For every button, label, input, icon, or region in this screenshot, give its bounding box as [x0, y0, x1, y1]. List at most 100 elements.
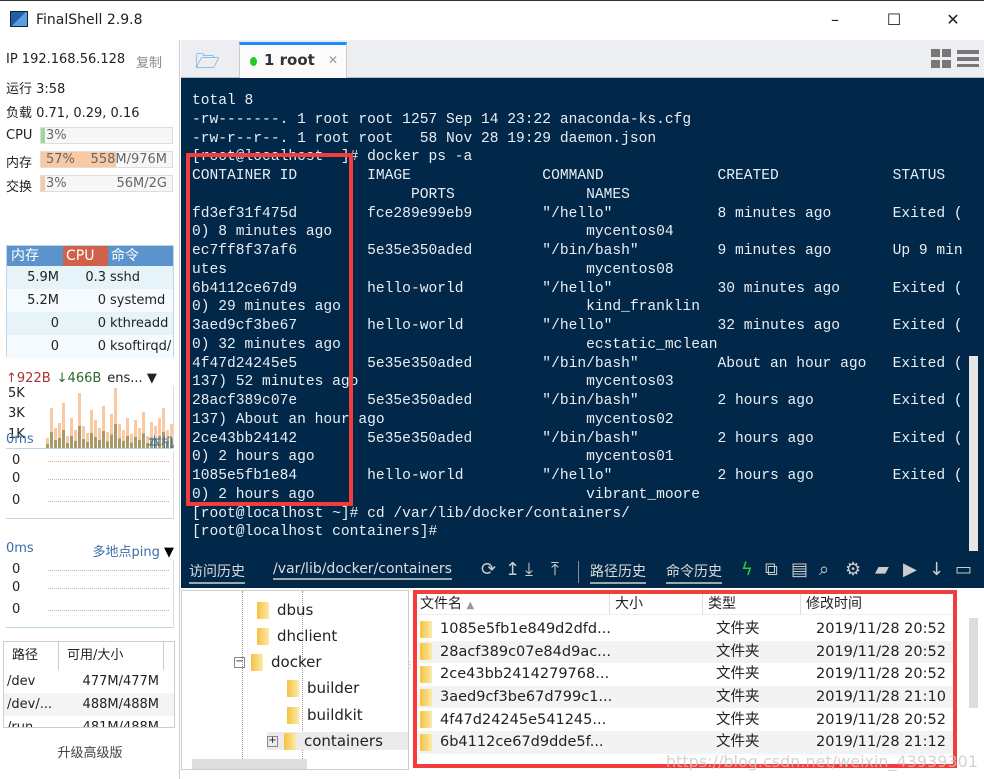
- terminal[interactable]: total 8 -rw-------. 1 root root 1257 Sep …: [181, 78, 984, 588]
- tab-root[interactable]: 1 root ✕: [239, 42, 347, 78]
- file-row[interactable]: 2ce43bb2414279768... 文件夹 2019/11/28 20:52: [418, 663, 956, 686]
- list-view-icon[interactable]: [957, 50, 979, 67]
- file-row[interactable]: 1085e5fb1e849d2dfd... 文件夹 2019/11/28 20:52: [418, 618, 956, 641]
- folder-open-icon[interactable]: 🗁: [195, 47, 220, 81]
- lightning-icon[interactable]: ϟ: [741, 559, 753, 580]
- connection-status-icon: [250, 57, 257, 66]
- file-row[interactable]: 28acf389c07e84d9ac... 文件夹 2019/11/28 20:52: [418, 640, 956, 664]
- column-mtime[interactable]: 修改时间: [801, 593, 955, 614]
- disk-row[interactable]: /dev/... 488M/488M: [4, 693, 174, 716]
- tab-label: 1 root: [264, 51, 315, 69]
- memory-label: 内存: [6, 156, 33, 171]
- window-icon[interactable]: ▭: [955, 559, 972, 580]
- proc-header-cmd[interactable]: 命令: [108, 246, 173, 266]
- terminal-line: total 8: [192, 93, 254, 109]
- ping-local: 0ms 本机 0 0 0: [6, 432, 174, 519]
- access-history-button[interactable]: 访问历史: [189, 561, 245, 584]
- column-type[interactable]: 类型: [703, 593, 801, 614]
- terminal-line: -rw-r--r--. 1 root root 58 Nov 28 19:29 …: [192, 130, 657, 147]
- disk-header-size[interactable]: 可用/大小: [59, 642, 164, 670]
- interface-select[interactable]: ens... ▼: [107, 371, 157, 386]
- ping-target-select[interactable]: 多地点ping ▼: [93, 541, 175, 560]
- upgrade-button[interactable]: 升级高级版: [0, 742, 180, 761]
- proc-header-cpu[interactable]: CPU: [63, 246, 108, 266]
- command-history-button[interactable]: 命令历史: [666, 561, 722, 584]
- folder-icon: [257, 627, 269, 645]
- terminal-line: 3aed9cf3be67 hello-world "/hello" 32 min…: [192, 318, 963, 334]
- memory-bar: 57% 558M/976M: [40, 151, 173, 168]
- folder-icon: [420, 733, 432, 751]
- terminal-line: ec7ff8f37af6 5e35e350aded "/bin/bash" 9 …: [192, 243, 963, 259]
- splitter-handle[interactable]: ⋮: [405, 660, 415, 671]
- tab-bar: 🗁 1 root ✕: [181, 40, 984, 78]
- download-icon[interactable]: ⤓: [525, 559, 533, 580]
- close-button[interactable]: ✕: [938, 9, 968, 31]
- load-average: 负载 0.71, 0.29, 0.16: [6, 106, 140, 121]
- cpu-label: CPU: [6, 128, 33, 143]
- column-size[interactable]: 大小: [610, 593, 703, 614]
- copy-icon[interactable]: ⧉: [765, 559, 778, 580]
- tree-node-dhclient[interactable]: dhclient: [257, 627, 337, 645]
- terminal-line: 28acf389c07e 5e35e350aded "/bin/bash" 2 …: [192, 393, 963, 409]
- disk-row[interactable]: /dev 477M/477M: [4, 670, 174, 693]
- tree-node-containers[interactable]: + containers: [267, 732, 408, 750]
- terminal-output: total 8 -rw-------. 1 root root 1257 Sep …: [192, 92, 963, 542]
- file-row[interactable]: 6b4112ce67d9dde5f... 文件夹 2019/11/28 21:12: [418, 731, 956, 754]
- file-row[interactable]: 3aed9cf3be67d799c1... 文件夹 2019/11/28 21:10: [418, 685, 956, 709]
- tree-node-docker[interactable]: − docker: [234, 653, 322, 671]
- process-row[interactable]: 5.9M 0.3 sshd: [7, 266, 173, 289]
- app-title: FinalShell 2.9.8: [36, 12, 143, 28]
- process-row[interactable]: 5.2M 0 systemd: [7, 289, 173, 312]
- y-tick: 3K: [8, 406, 25, 421]
- tree-node-dbus[interactable]: dbus: [257, 601, 313, 619]
- tab-close-icon[interactable]: ✕: [328, 53, 338, 67]
- arrow-down-icon[interactable]: ↓: [929, 559, 944, 580]
- play-icon[interactable]: ▶: [903, 559, 917, 580]
- upload-icon[interactable]: ⤒: [551, 559, 559, 580]
- directory-tree: dbus dhclient − docker builder buildkit + conta…: [181, 590, 409, 770]
- swap-bar: 3% 56M/2G: [40, 175, 173, 192]
- grid-view-icon[interactable]: [931, 49, 951, 68]
- tree-scrollbar[interactable]: [192, 759, 307, 769]
- terminal-line: 1085e5fb1e84 hello-world "/hello" 2 hour…: [192, 468, 963, 484]
- disk-header-path[interactable]: 路径: [4, 642, 59, 670]
- folder-icon: [251, 653, 263, 671]
- process-row[interactable]: 0 0 ksoftirqd/: [7, 335, 173, 358]
- terminal-line: 4f47d24245e5 5e35e350aded "/bin/bash" Ab…: [192, 355, 963, 372]
- folder-icon: [420, 620, 432, 638]
- column-filename[interactable]: 文件名 ▲: [415, 593, 610, 614]
- file-scrollbar[interactable]: [969, 618, 978, 708]
- ping-target-local[interactable]: 本机: [148, 432, 174, 451]
- terminal-scrollbar[interactable]: [969, 356, 978, 551]
- paste-icon[interactable]: ▤: [791, 559, 808, 580]
- file-row[interactable]: 4f47d24245e541245... 文件夹 2019/11/28 20:52: [418, 708, 956, 731]
- process-table: 内存 CPU 命令 5.9M 0.3 sshd 5.2M 0 systemd 0 0 kthre…: [6, 245, 174, 358]
- copy-ip-button[interactable]: 复制: [136, 52, 162, 71]
- search-icon[interactable]: ⌕: [819, 559, 829, 580]
- tree-node-buildkit[interactable]: buildkit: [287, 706, 363, 724]
- terminal-line: 0) 2 hours ago mycentos01: [192, 449, 674, 466]
- terminal-line: CONTAINER ID IMAGE COMMAND CREATED STATU…: [192, 168, 946, 184]
- terminal-line: 137) 52 minutes ago mycentos03: [192, 374, 674, 391]
- up-directory-icon[interactable]: ↥: [505, 559, 520, 580]
- file-list: 文件名 ▲ 大小 类型 修改时间 1085e5fb1e849d2dfd... 文件…: [415, 590, 984, 770]
- path-history-button[interactable]: 路径历史: [590, 561, 646, 584]
- maximize-button[interactable]: ☐: [879, 9, 909, 31]
- minimize-button[interactable]: –: [820, 9, 850, 31]
- folder-icon: [420, 711, 432, 729]
- disk-row[interactable]: /run 481M/488M: [4, 716, 174, 727]
- terminal-line: [root@localhost ~]# cd /var/lib/docker/c…: [192, 505, 630, 522]
- upload-speed: ↑922B: [6, 371, 51, 386]
- process-row[interactable]: 0 0 kthreadd: [7, 312, 173, 335]
- folder-icon[interactable]: ▰: [875, 559, 889, 580]
- watermark: https://blog.csdn.net/weixin_43939301: [665, 752, 978, 771]
- gear-icon[interactable]: ⚙: [845, 559, 861, 580]
- path-input[interactable]: /var/lib/docker/containers: [273, 561, 452, 580]
- refresh-icon[interactable]: ⟳: [481, 559, 496, 580]
- swap-label: 交换: [6, 180, 33, 195]
- terminal-line: 0) 29 minutes ago kind_franklin: [192, 299, 700, 316]
- proc-header-mem[interactable]: 内存: [7, 246, 63, 266]
- tree-node-builder[interactable]: builder: [287, 679, 359, 697]
- folder-icon: [257, 601, 269, 619]
- disk-table: 路径 可用/大小 /dev 477M/477M/dev/... 488M/488M /…: [3, 641, 175, 728]
